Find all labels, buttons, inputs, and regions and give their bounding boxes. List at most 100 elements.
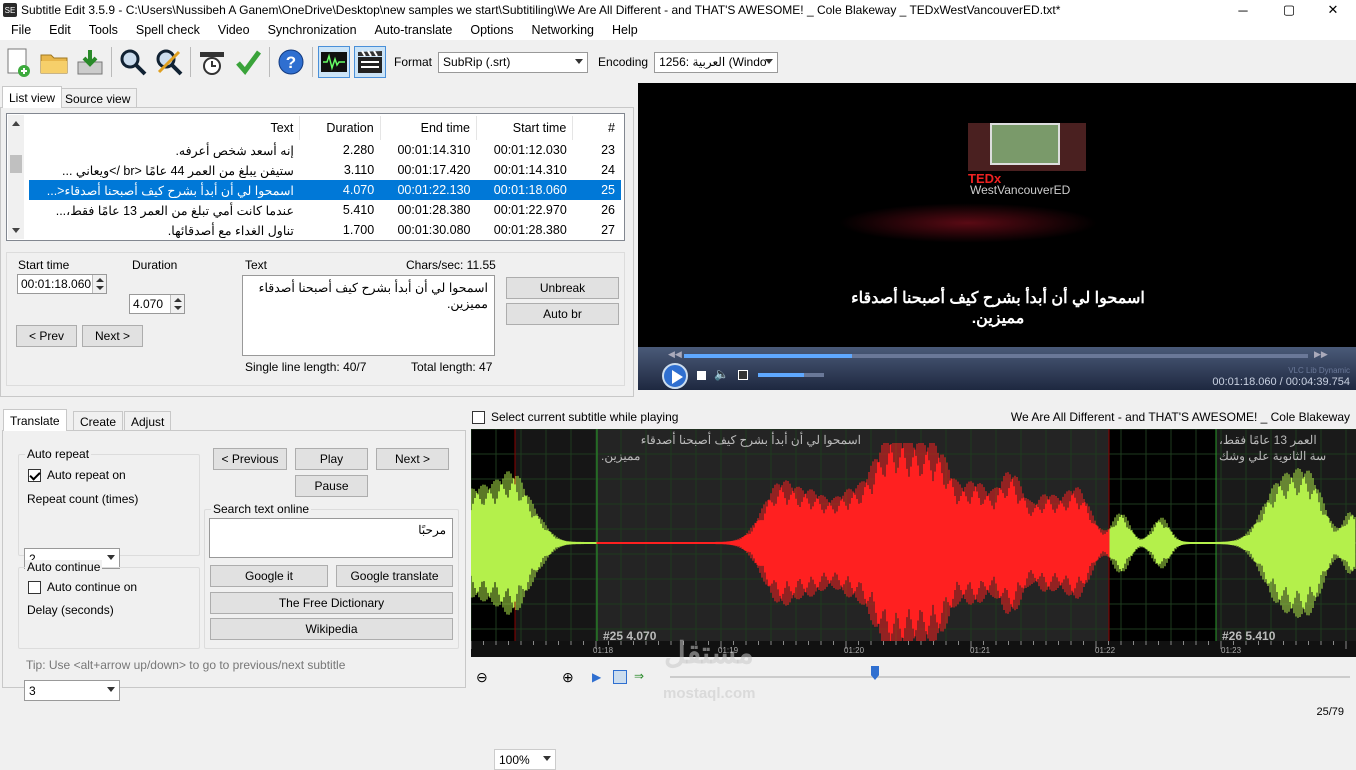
auto-br-button[interactable]: Auto br (506, 303, 619, 325)
table-row[interactable]: ستيفن يبلغ من العمر 44 عامًا <br />ويعان… (29, 160, 621, 180)
zoom-in-icon[interactable]: ⊕ (562, 669, 574, 686)
checkbox-unchecked-icon[interactable] (28, 580, 41, 594)
format-select[interactable]: SubRip (.srt) (438, 51, 589, 73)
next-subtitle-button[interactable]: Next > (376, 448, 449, 470)
delay-value: 3 (29, 683, 36, 698)
menu-tools[interactable]: Tools (80, 23, 127, 37)
grid-lines-icon[interactable] (613, 670, 627, 684)
spell-check-icon[interactable] (232, 46, 264, 78)
video-subtitle-overlay: اسمحوا لي أن أبدأ بشرح كيف أصبحنا أصدقاء… (778, 289, 1218, 329)
auto-continue-checkbox[interactable]: Auto continue on (28, 580, 137, 594)
audio-waveform[interactable]: اسمحوا لي أن أبدأ بشرح كيف أصبحنا أصدقاء… (471, 429, 1356, 657)
google-it-button[interactable]: Google it (210, 565, 328, 587)
open-folder-icon[interactable] (38, 46, 70, 78)
forward-icon[interactable]: ⇒ (634, 669, 644, 683)
spinner-icon[interactable] (170, 295, 184, 313)
menu-spell-check[interactable]: Spell check (127, 23, 209, 37)
close-button[interactable]: ✕ (1310, 0, 1356, 20)
minimize-button[interactable]: ─ (1220, 0, 1266, 20)
waveform-subtitle-26-line1: العمر 13 عامًا فقط، (1219, 433, 1317, 447)
video-player[interactable]: TEDx WestVancouverED اسمحوا لي أن أبدأ ب… (638, 83, 1356, 390)
search-text-input[interactable]: مرحبًا (209, 518, 453, 558)
subtitle-grid[interactable]: Text Duration End time Start time # إنه … (6, 113, 625, 241)
col-duration[interactable]: Duration (299, 116, 381, 140)
next-button[interactable]: Next > (82, 325, 143, 347)
col-text[interactable]: Text (29, 116, 301, 140)
video-progress-bar[interactable] (684, 354, 1308, 358)
grid-scrollbar[interactable] (8, 115, 24, 239)
tab-create[interactable]: Create (73, 411, 124, 431)
menu-synchronization[interactable]: Synchronization (259, 23, 366, 37)
rewind-icon[interactable]: ◀◀ (668, 349, 682, 360)
menu-help[interactable]: Help (603, 23, 647, 37)
table-row[interactable]: تناول الغداء مع أصدقائها. 1.700 00:01:30… (29, 220, 621, 240)
duration-label: Duration (132, 258, 178, 272)
spinner-icon[interactable] (92, 275, 106, 293)
menu-networking[interactable]: Networking (522, 23, 603, 37)
menu-auto-translate[interactable]: Auto-translate (366, 23, 462, 37)
play-icon (672, 370, 683, 384)
maximize-button[interactable]: ▢ (1266, 0, 1312, 20)
new-file-icon[interactable] (2, 46, 34, 78)
menu-video[interactable]: Video (209, 23, 259, 37)
window-title: Subtitle Edit 3.5.9 - C:\Users\Nussibeh … (21, 3, 1061, 17)
free-dictionary-button[interactable]: The Free Dictionary (210, 592, 453, 614)
google-translate-button[interactable]: Google translate (336, 565, 453, 587)
select-current-checkbox[interactable]: Select current subtitle while playing (472, 410, 678, 424)
scroll-thumb[interactable] (10, 155, 22, 173)
col-number[interactable]: # (573, 116, 621, 140)
subtitle-text-input[interactable]: اسمحوا لي أن أبدأ بشرح كيف أصبحنا أصدقاء… (242, 275, 495, 356)
help-icon[interactable]: ? (275, 46, 307, 78)
delay-select[interactable]: 3 (24, 680, 120, 701)
tab-source-view[interactable]: Source view (58, 88, 138, 108)
waveform-subtitle-26: العمر 13 عامًا فقط، سة الثانوية علي وشك (1219, 432, 1356, 464)
auto-repeat-checkbox[interactable]: Auto repeat on (28, 468, 126, 482)
pause-button[interactable]: Pause (295, 475, 368, 497)
zoom-out-icon[interactable]: ⊖ (476, 669, 488, 686)
video-subtitle-line1: اسمحوا لي أن أبدأ بشرح كيف أصبحنا أصدقاء (851, 290, 1145, 307)
previous-button[interactable]: < Previous (213, 448, 287, 470)
zoom-select[interactable]: 100% (494, 749, 556, 770)
tick-label: 01:23 (1221, 646, 1242, 655)
play-button[interactable] (662, 363, 688, 389)
subtitle-table: Text Duration End time Start time # إنه … (29, 116, 621, 240)
save-icon[interactable] (74, 46, 106, 78)
volume-slider[interactable] (758, 373, 824, 377)
stop-icon[interactable] (697, 371, 706, 380)
tab-adjust[interactable]: Adjust (124, 411, 172, 431)
checkbox-checked-icon[interactable] (28, 468, 41, 482)
menu-file[interactable]: File (2, 23, 40, 37)
volume-icon[interactable]: 🔈 (714, 367, 729, 381)
col-start-time[interactable]: Start time (476, 116, 574, 140)
tip-text: Tip: Use <alt+arrow up/down> to go to pr… (26, 658, 346, 672)
prev-button[interactable]: < Prev (16, 325, 77, 347)
video-toggle-icon[interactable] (354, 46, 386, 78)
menu-options[interactable]: Options (461, 23, 522, 37)
cell-start: 00:01:22.970 (493, 203, 567, 217)
table-row[interactable]: عندما كانت أمي تبلغ من العمر 13 عامًا فق… (29, 200, 621, 220)
fullscreen-icon[interactable] (738, 370, 748, 380)
play-subtitle-button[interactable]: Play (295, 448, 368, 470)
volume-fill (758, 373, 805, 377)
tab-list-view[interactable]: List view (2, 86, 63, 108)
scroll-down-icon[interactable] (12, 228, 20, 233)
table-row-selected[interactable]: اسمحوا لي أن أبدأ بشرح كيف أصبحنا أصدقاء… (29, 180, 621, 200)
play-waveform-icon[interactable]: ▶ (592, 670, 601, 684)
wikipedia-button[interactable]: Wikipedia (210, 618, 453, 640)
duration-input[interactable]: 4.070 (129, 294, 185, 314)
encoding-select[interactable]: 1256: العربية (Windo (654, 51, 779, 73)
visual-sync-icon[interactable] (196, 46, 228, 78)
waveform-position-track[interactable] (670, 676, 1350, 678)
checkbox-unchecked-icon[interactable] (472, 410, 485, 424)
scroll-up-icon[interactable] (12, 121, 20, 126)
tab-translate[interactable]: Translate (3, 409, 67, 431)
table-row[interactable]: إنه أسعد شخص أعرفه. 2.280 00:01:14.310 0… (29, 140, 621, 160)
replace-icon[interactable] (153, 46, 185, 78)
fast-forward-icon[interactable]: ▶▶ (1314, 349, 1328, 360)
start-time-input[interactable]: 00:01:18.060 (17, 274, 107, 294)
col-end-time[interactable]: End time (380, 116, 477, 140)
waveform-toggle-icon[interactable] (318, 46, 350, 78)
menu-edit[interactable]: Edit (40, 23, 80, 37)
unbreak-button[interactable]: Unbreak (506, 277, 619, 299)
find-icon[interactable] (117, 46, 149, 78)
